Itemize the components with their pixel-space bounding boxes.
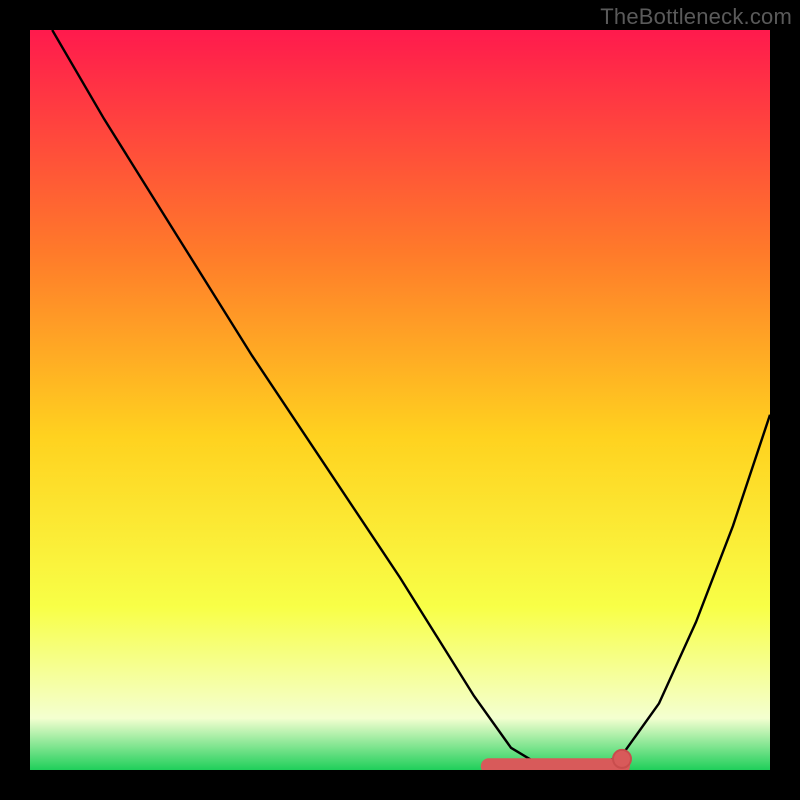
watermark-text: TheBottleneck.com: [600, 4, 792, 30]
chart-frame: [30, 30, 770, 770]
heat-background: [30, 30, 770, 770]
optimal-point-marker: [613, 750, 631, 768]
bottleneck-chart: [30, 30, 770, 770]
